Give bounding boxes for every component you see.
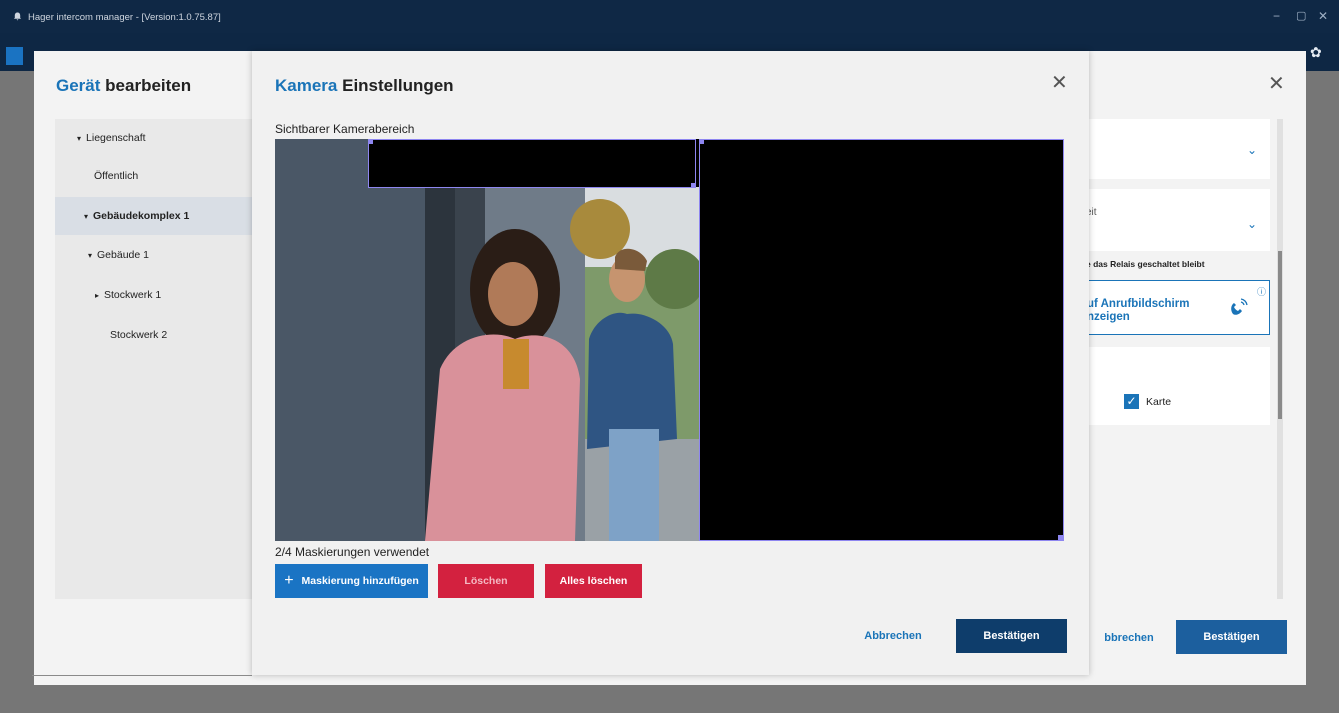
edit-device-close-button[interactable]: ✕	[1268, 71, 1285, 96]
title-accent: Gerät	[56, 76, 101, 95]
maximize-button[interactable]: ▢	[1296, 9, 1306, 22]
tree-item-gebaeudekomplex-1[interactable]: ▾ Gebäudekomplex 1	[55, 197, 272, 235]
tree-item-label: Liegenschaft	[86, 132, 146, 144]
options-card: ✓ Karte	[1086, 347, 1270, 425]
scrollbar-thumb[interactable]	[1278, 251, 1282, 419]
camera-settings-dialog: Kamera Einstellungen ✕ Sichtbarer Kamera…	[252, 51, 1089, 675]
phone-call-icon	[1231, 298, 1248, 315]
select-field-1[interactable]: ⌄	[1086, 119, 1270, 179]
add-mask-label: Maskierung hinzufügen	[301, 575, 419, 587]
karte-label: Karte	[1146, 396, 1172, 408]
tree-item-gebaeude-1[interactable]: ▾ Gebäude 1	[55, 236, 272, 274]
window-titlebar: Hager intercom manager - [Version:1.0.75…	[0, 0, 1339, 33]
window-title: Hager intercom manager - [Version:1.0.75…	[28, 12, 221, 23]
tree-item-label: Gebäudekomplex 1	[93, 210, 190, 222]
plus-icon: +	[284, 572, 294, 589]
bell-icon	[13, 12, 22, 21]
tree-item-liegenschaft[interactable]: ▾ Liegenschaft	[55, 119, 272, 157]
masks-used-count: 2/4 Maskierungen verwendet	[275, 545, 430, 559]
camera-settings-close-button[interactable]: ✕	[1051, 70, 1068, 95]
caret-down-icon: ▾	[88, 250, 93, 260]
mask-1-resize-handle[interactable]	[691, 183, 696, 188]
title-accent: Kamera	[275, 76, 338, 95]
call-screen-line-2: nzeigen	[1087, 311, 1130, 323]
minimize-button[interactable]: −	[1273, 9, 1280, 23]
camera-settings-title: Kamera Einstellungen	[275, 76, 454, 96]
mask-region-1[interactable]	[368, 139, 696, 188]
window-close-button[interactable]: ✕	[1318, 9, 1328, 23]
location-tree: ▾ Liegenschaft Öffentlich ▾ Gebäudekompl…	[55, 119, 272, 599]
call-screen-line-1: uf Anrufbildschirm	[1087, 298, 1190, 310]
delete-mask-button[interactable]: Löschen	[438, 564, 534, 598]
call-screen-option[interactable]: uf Anrufbildschirm nzeigen ⓘ	[1086, 280, 1270, 335]
chevron-down-icon: ⌄	[1247, 217, 1258, 231]
tree-item-label: Stockwerk 1	[104, 289, 162, 301]
tree-item-stockwerk-2[interactable]: Stockwerk 2	[55, 316, 272, 354]
delete-all-masks-button[interactable]: Alles löschen	[545, 564, 642, 598]
karte-checkbox[interactable]: ✓	[1124, 394, 1139, 409]
info-icon[interactable]: ⓘ	[1257, 285, 1266, 298]
caret-down-icon: ▾	[84, 211, 89, 221]
add-mask-button[interactable]: + Maskierung hinzufügen	[275, 564, 428, 598]
confirm-button[interactable]: Bestätigen	[956, 619, 1067, 653]
tree-item-label: Stockwerk 2	[110, 329, 168, 341]
mask-2-resize-handle[interactable]	[1058, 535, 1063, 540]
mask-1-resize-handle[interactable]	[368, 139, 373, 144]
camera-preview[interactable]	[275, 139, 1064, 541]
caret-right-icon: ▸	[95, 290, 100, 300]
mask-region-2[interactable]	[699, 139, 1064, 541]
cancel-button[interactable]: Abbrechen	[848, 619, 938, 653]
divider	[32, 675, 252, 676]
tree-item-oeffentlich[interactable]: Öffentlich	[55, 157, 272, 195]
bg-cancel-button[interactable]: bbrechen	[1084, 621, 1174, 655]
tree-item-stockwerk-1[interactable]: ▸ Stockwerk 1	[55, 276, 272, 314]
mask-2-resize-handle[interactable]	[699, 139, 704, 144]
relay-note: e das Relais geschaltet bleibt	[1086, 259, 1205, 269]
title-rest: Einstellungen	[342, 76, 454, 95]
select-field-2[interactable]: eit : ⌄	[1086, 189, 1270, 251]
bg-confirm-button[interactable]: Bestätigen	[1176, 620, 1287, 654]
chevron-down-icon: ⌄	[1247, 143, 1258, 157]
edit-device-title: Gerät bearbeiten	[56, 76, 191, 96]
gear-icon[interactable]: ✿	[1310, 45, 1322, 59]
caret-down-icon: ▾	[77, 133, 82, 143]
visible-area-label: Sichtbarer Kamerabereich	[275, 122, 415, 136]
nav-active-indicator	[6, 47, 23, 65]
tree-item-label: Öffentlich	[94, 170, 139, 182]
title-rest: bearbeiten	[105, 76, 192, 95]
tree-item-label: Gebäude 1	[97, 249, 149, 261]
